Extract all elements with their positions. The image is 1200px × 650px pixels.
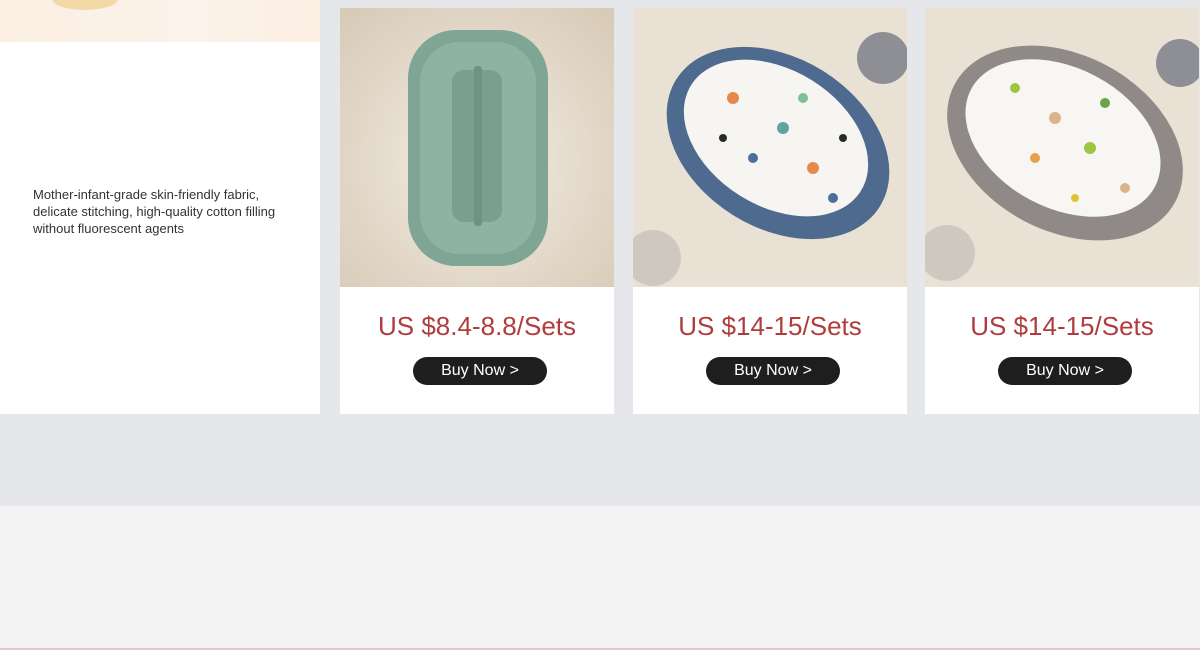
buy-now-button[interactable]: Buy Now > [706,357,840,385]
grey-forest-print-baby-nest-photo[interactable] [925,8,1199,287]
intro-banner-image [0,0,320,42]
buy-now-button[interactable]: Buy Now > [998,357,1132,385]
intro-card: Mother-infant-grade skin-friendly fabric… [0,0,320,414]
product-price: US $14-15/Sets [678,311,862,341]
product-card-3[interactable]: US $14-15/Sets Buy Now > [925,8,1199,414]
product-price: US $8.4-8.8/Sets [378,311,576,341]
green-baby-lounger-photo[interactable] [340,8,614,287]
blue-sea-animal-print-baby-nest-photo[interactable] [633,8,907,287]
decorative-blob [52,0,118,10]
product-card-2[interactable]: US $14-15/Sets Buy Now > [633,8,907,414]
product-card-1[interactable]: US $8.4-8.8/Sets Buy Now > [340,8,614,414]
buy-now-button[interactable]: Buy Now > [413,357,547,385]
product-description: Mother-infant-grade skin-friendly fabric… [33,187,276,236]
product-price: US $14-15/Sets [970,311,1154,341]
footer-area [0,506,1200,650]
